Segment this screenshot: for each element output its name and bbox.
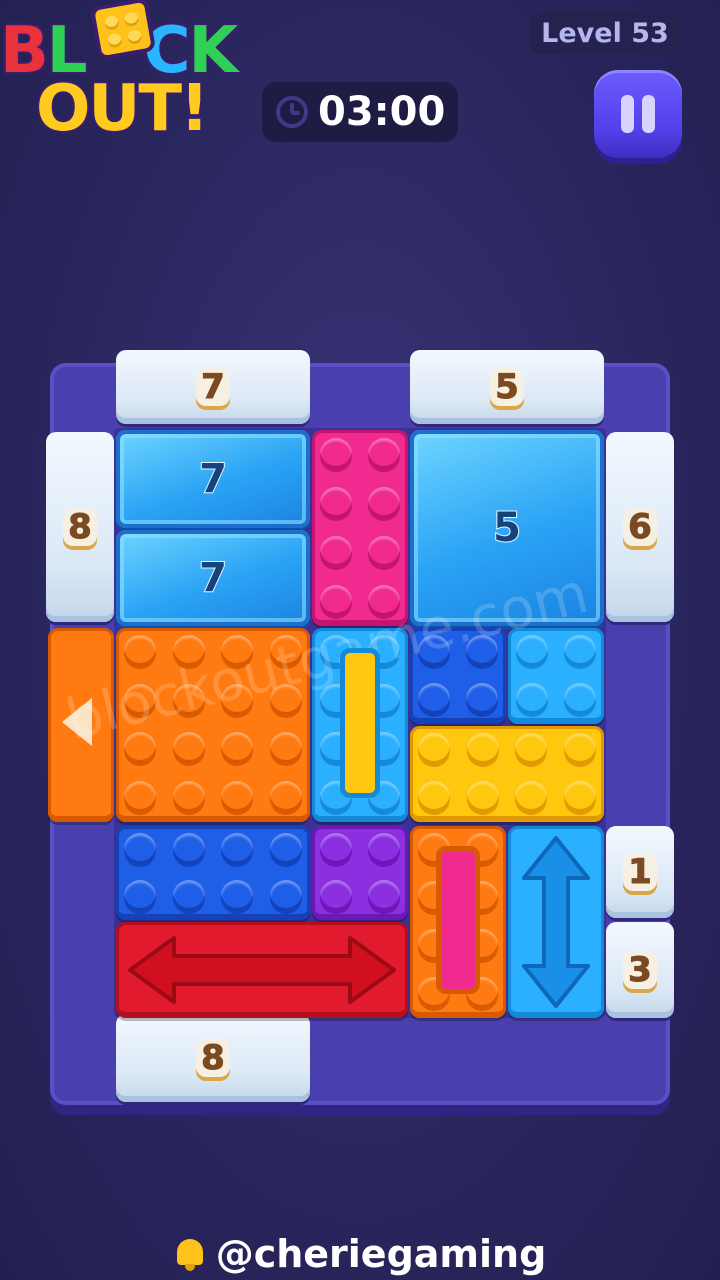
stud: [466, 781, 499, 813]
bell-icon: [174, 1236, 206, 1272]
game-logo: BL CK OUT!: [0, 0, 270, 160]
stud: [269, 732, 302, 765]
creator-handle: @cheriegaming: [0, 1228, 720, 1280]
stud: [172, 732, 205, 765]
gate-right-upper: 6: [606, 432, 674, 622]
stud: [124, 635, 157, 668]
ice-count: 7: [198, 554, 228, 602]
handle-text: @cheriegaming: [215, 1232, 547, 1276]
gate-count: 8: [196, 1038, 230, 1079]
stud: [269, 832, 302, 865]
yellow-block[interactable]: [410, 726, 604, 822]
stud: [368, 437, 400, 470]
gate-count: 1: [623, 852, 657, 893]
stud: [368, 535, 400, 568]
stud: [172, 832, 205, 865]
logo-line-out: OUT!: [34, 70, 211, 148]
gate-bottom-left: 8: [116, 1014, 310, 1102]
red-horizontal-slider[interactable]: [116, 922, 408, 1018]
pink-inner-slot: [436, 846, 480, 994]
stud: [564, 635, 596, 667]
stud: [418, 733, 451, 765]
gate-top-right: 5: [410, 350, 604, 424]
level-indicator: Level 53: [529, 12, 681, 54]
stud: [221, 879, 254, 912]
stud: [564, 683, 596, 715]
stud: [124, 780, 157, 813]
yellow-inner-slot: [340, 648, 380, 798]
pause-button[interactable]: [594, 70, 682, 158]
light-blue-vertical-slider[interactable]: [508, 826, 604, 1018]
gate-count: 8: [63, 507, 97, 548]
ice-block-left-top[interactable]: 7: [116, 430, 310, 528]
stud: [516, 683, 548, 715]
stud: [221, 832, 254, 865]
timer-value: 03:00: [318, 89, 446, 135]
gate-top-left: 7: [116, 350, 310, 424]
stud: [368, 879, 400, 912]
arrow-up-down-icon: [522, 836, 590, 1008]
stud: [124, 832, 157, 865]
stud: [320, 584, 352, 617]
stud: [269, 780, 302, 813]
clock-icon: [276, 96, 308, 128]
stud: [515, 733, 548, 765]
arrow-left-right-icon: [128, 936, 396, 1004]
stud: [269, 879, 302, 912]
stud: [172, 879, 205, 912]
stud: [466, 683, 498, 715]
orange-vertical-block[interactable]: [410, 826, 506, 1018]
stud: [368, 486, 400, 519]
gate-count: 3: [623, 950, 657, 991]
stud: [320, 879, 352, 912]
stud: [563, 733, 596, 765]
stud: [320, 535, 352, 568]
stud: [418, 683, 450, 715]
pause-icon-bar: [642, 95, 655, 133]
stud: [221, 732, 254, 765]
stud: [124, 879, 157, 912]
stud: [172, 780, 205, 813]
light-blue-small-block[interactable]: [508, 628, 604, 724]
stud: [320, 437, 352, 470]
pink-block[interactable]: [312, 430, 408, 626]
gate-count: 6: [623, 507, 657, 548]
gate-right-mid: 1: [606, 826, 674, 918]
stud: [221, 780, 254, 813]
timer: 03:00: [262, 82, 458, 142]
stud: [563, 781, 596, 813]
ice-count: 7: [198, 455, 228, 503]
gate-count: 7: [196, 367, 230, 408]
ice-block-left-bottom[interactable]: 7: [116, 530, 310, 626]
pause-icon: [621, 95, 634, 133]
logo-brick-icon: [89, 0, 157, 61]
stud: [418, 781, 451, 813]
purple-block[interactable]: [312, 826, 408, 920]
stud: [368, 832, 400, 865]
stud: [320, 832, 352, 865]
stud: [515, 781, 548, 813]
gate-left-upper: 8: [46, 432, 114, 622]
ice-count: 5: [492, 504, 522, 552]
gate-right-low: 3: [606, 922, 674, 1018]
stud: [320, 486, 352, 519]
gate-count: 5: [490, 367, 524, 408]
stud: [466, 733, 499, 765]
blue-block[interactable]: [116, 826, 310, 920]
